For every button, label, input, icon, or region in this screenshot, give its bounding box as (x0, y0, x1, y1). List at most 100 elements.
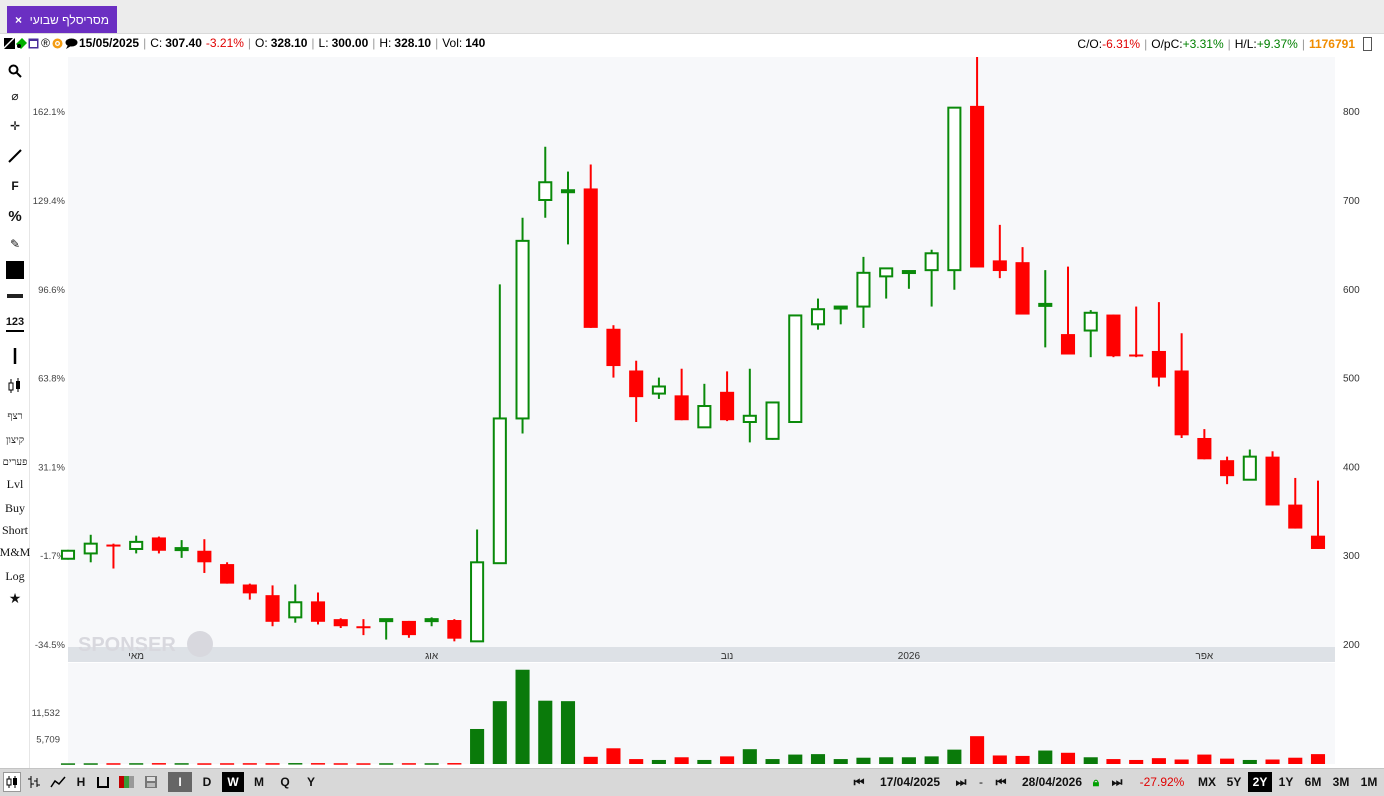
tab-title: מסריסלף שבועי (29, 12, 109, 27)
end-last-icon[interactable]: ⏭ (1104, 772, 1130, 792)
candle-body (492, 417, 507, 565)
interval-m[interactable]: M (248, 772, 270, 792)
drawing-toolbar: ⌀ ✛ F% ✎ 123 רצף קיצון פערים Lvl Buy Short M&M Log ★ (0, 57, 30, 769)
r-icon[interactable]: ® (40, 36, 51, 50)
range-1y[interactable]: 1Y (1274, 772, 1298, 792)
plot-area[interactable] (68, 57, 1335, 647)
candle-body (1151, 350, 1166, 378)
comment-icon[interactable] (64, 37, 78, 50)
volume-bar (515, 669, 530, 764)
hl-type-icon[interactable]: H (72, 772, 90, 792)
number-tool[interactable]: 123 (0, 313, 30, 335)
save-icon[interactable] (142, 772, 160, 792)
start-first-icon[interactable]: ⏮ (846, 772, 872, 792)
tool-pearim[interactable]: פערים (0, 451, 30, 473)
line-icon[interactable] (0, 145, 30, 167)
edit-icon[interactable]: ✎ (0, 233, 30, 255)
candle-body (1220, 460, 1235, 477)
candle-body (1038, 302, 1053, 307)
price-chart[interactable]: SPONSER 162.1%129.4%96.6%63.8%31.1%-1.7%… (30, 57, 1380, 769)
range-1m[interactable]: 1M (1356, 772, 1382, 792)
bar-type-icon[interactable] (94, 772, 112, 792)
tool-buy[interactable]: Buy (0, 497, 30, 519)
color-icon[interactable] (16, 37, 27, 50)
date-tick-label: אוג (425, 651, 439, 662)
tool-log[interactable]: Log (0, 565, 30, 587)
range-dash: - (979, 775, 983, 789)
color-swatch[interactable] (0, 259, 30, 281)
interval-q[interactable]: Q (274, 772, 296, 792)
end-date[interactable]: 28/04/2026 (1016, 772, 1088, 792)
open-label: O: (255, 36, 268, 50)
range-5y[interactable]: 5Y (1222, 772, 1246, 792)
volume-bar (765, 759, 780, 764)
share-icon[interactable] (4, 37, 15, 50)
vertical-line-icon[interactable] (0, 345, 30, 367)
candle-body (742, 414, 757, 423)
range-change: -27.92% (1139, 775, 1185, 789)
volume-bar (970, 736, 985, 764)
interval-y[interactable]: Y (300, 772, 322, 792)
volume-bar (424, 763, 439, 765)
volume-bar (833, 759, 848, 764)
candle (1265, 451, 1280, 506)
bottom-toolbar: H I D W M Q Y ⏮ 17/04/2025 ⏭ - ⏮ 28/04/2… (0, 768, 1384, 796)
end-first-icon[interactable]: ⏮ (988, 772, 1014, 792)
close-value: 307.40 (165, 36, 202, 50)
close-tab-icon[interactable]: × (15, 13, 22, 27)
ohlc-type-icon[interactable] (25, 772, 43, 792)
lock-icon[interactable]: 🔒︎ (1090, 772, 1102, 792)
volume-bar (697, 759, 712, 764)
tool-lvl[interactable]: Lvl (0, 473, 30, 495)
volume-bar (1174, 759, 1189, 764)
thickness-icon[interactable] (0, 285, 30, 307)
crosshair-icon[interactable]: ✛ (0, 115, 30, 137)
candle (583, 164, 598, 328)
candle-body (1197, 437, 1212, 460)
volume-bar (333, 763, 348, 765)
tool-short[interactable]: Short (0, 519, 30, 541)
candle (447, 619, 462, 642)
high-label: H: (379, 36, 392, 50)
interval-d[interactable]: D (196, 772, 218, 792)
tool-kitzon[interactable]: קיצון (0, 429, 30, 451)
candle-body (288, 601, 303, 619)
range-6m[interactable]: 6M (1300, 772, 1326, 792)
candle-body (765, 401, 780, 440)
co-label: C/O: (1077, 37, 1103, 51)
panel-toggle-icon[interactable] (1363, 37, 1372, 51)
candle-body (970, 105, 985, 268)
fibonacci-tool[interactable]: F (0, 175, 30, 197)
candle-body (60, 549, 76, 560)
start-last-icon[interactable]: ⏭ (948, 772, 974, 792)
star-icon[interactable]: ★ (0, 587, 30, 609)
range-3m[interactable]: 3M (1328, 772, 1354, 792)
line-type-icon[interactable] (48, 772, 68, 792)
volume-bar (288, 763, 303, 765)
percent-tick-label: 31.1% (38, 462, 65, 473)
range-mx[interactable]: MX (1194, 772, 1220, 792)
interval-w[interactable]: W (222, 772, 244, 792)
target-icon[interactable] (52, 37, 63, 50)
percent-tick-label: 162.1% (33, 107, 66, 118)
volume-area[interactable] (68, 663, 1335, 764)
tool-retzef[interactable]: רצף (0, 405, 30, 427)
range-2y[interactable]: 2Y (1248, 772, 1272, 792)
indicator-button[interactable]: I (168, 772, 192, 792)
candle-body (1106, 314, 1121, 357)
candle-icon[interactable] (0, 375, 30, 397)
percent-tick-label: 129.4% (33, 196, 66, 207)
open-value: 328.10 (270, 36, 308, 50)
candle-body (447, 620, 462, 639)
search-icon[interactable] (0, 60, 30, 82)
candle-type-icon[interactable] (3, 772, 21, 792)
volume-bar (1151, 758, 1166, 764)
volume-color-icon[interactable] (117, 772, 137, 792)
start-date[interactable]: 17/04/2025 (874, 772, 946, 792)
percent-tool[interactable]: % (0, 205, 30, 227)
tool-mm[interactable]: M&M (0, 541, 30, 563)
eraser-icon[interactable]: ⌀ (0, 85, 30, 107)
low-label: L: (318, 36, 329, 50)
tab-active[interactable]: × מסריסלף שבועי (7, 6, 117, 33)
calendar-icon[interactable] (28, 37, 39, 50)
